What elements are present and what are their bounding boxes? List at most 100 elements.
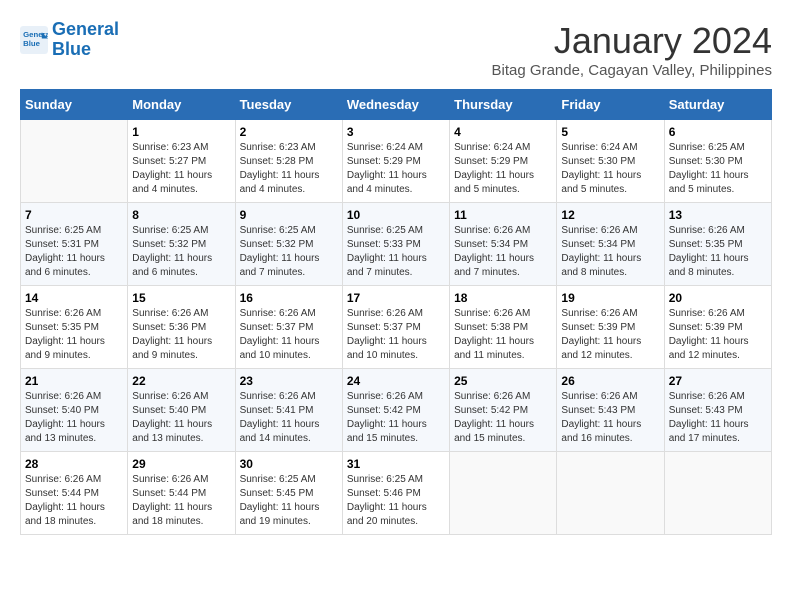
day-number: 30 <box>240 457 338 471</box>
header-row: SundayMondayTuesdayWednesdayThursdayFrid… <box>21 90 772 120</box>
day-info: Sunrise: 6:26 AM Sunset: 5:43 PM Dayligh… <box>561 390 659 446</box>
day-info: Sunrise: 6:25 AM Sunset: 5:46 PM Dayligh… <box>347 473 445 529</box>
day-cell: 18Sunrise: 6:26 AM Sunset: 5:38 PM Dayli… <box>450 286 557 369</box>
day-info: Sunrise: 6:25 AM Sunset: 5:31 PM Dayligh… <box>25 224 123 280</box>
day-info: Sunrise: 6:25 AM Sunset: 5:30 PM Dayligh… <box>669 141 767 197</box>
week-row-5: 28 Sunrise: 6:26 AM Sunset: 5:44 PM Dayli… <box>21 452 772 535</box>
day-info: Sunrise: 6:23 AM Sunset: 5:27 PM Dayligh… <box>132 141 230 197</box>
week-row-2: 7 Sunrise: 6:25 AM Sunset: 5:31 PM Daylig… <box>21 203 772 286</box>
day-number: 26 <box>561 374 659 388</box>
page-header: General Blue GeneralBlue January 2024 Bi… <box>20 20 772 79</box>
day-number: 16 <box>240 291 338 305</box>
day-info: Sunrise: 6:26 AM Sunset: 5:35 PM Dayligh… <box>25 307 123 363</box>
day-cell <box>557 452 664 535</box>
day-info: Sunrise: 6:25 AM Sunset: 5:45 PM Dayligh… <box>240 473 338 529</box>
day-cell: 2Sunrise: 6:23 AM Sunset: 5:28 PM Daylig… <box>235 120 342 203</box>
day-number: 15 <box>132 291 230 305</box>
day-info: Sunrise: 6:26 AM Sunset: 5:41 PM Dayligh… <box>240 390 338 446</box>
logo-text: GeneralBlue <box>52 20 119 60</box>
day-cell <box>450 452 557 535</box>
day-info: Sunrise: 6:26 AM Sunset: 5:37 PM Dayligh… <box>240 307 338 363</box>
day-number: 11 <box>454 208 552 222</box>
day-info: Sunrise: 6:26 AM Sunset: 5:39 PM Dayligh… <box>561 307 659 363</box>
day-number: 27 <box>669 374 767 388</box>
calendar-header: SundayMondayTuesdayWednesdayThursdayFrid… <box>21 90 772 120</box>
day-cell: 24 Sunrise: 6:26 AM Sunset: 5:42 PM Dayli… <box>342 369 449 452</box>
day-cell: 20 Sunrise: 6:26 AM Sunset: 5:39 PM Dayli… <box>664 286 771 369</box>
day-number: 5 <box>561 125 659 139</box>
day-cell: 17Sunrise: 6:26 AM Sunset: 5:37 PM Dayli… <box>342 286 449 369</box>
week-row-3: 14 Sunrise: 6:26 AM Sunset: 5:35 PM Dayli… <box>21 286 772 369</box>
day-number: 19 <box>561 291 659 305</box>
day-cell: 5Sunrise: 6:24 AM Sunset: 5:30 PM Daylig… <box>557 120 664 203</box>
day-cell: 13 Sunrise: 6:26 AM Sunset: 5:35 PM Dayli… <box>664 203 771 286</box>
calendar-table: SundayMondayTuesdayWednesdayThursdayFrid… <box>20 89 772 535</box>
day-cell <box>664 452 771 535</box>
day-cell: 10 Sunrise: 6:25 AM Sunset: 5:33 PM Dayli… <box>342 203 449 286</box>
day-number: 3 <box>347 125 445 139</box>
day-number: 13 <box>669 208 767 222</box>
day-cell: 27 Sunrise: 6:26 AM Sunset: 5:43 PM Dayli… <box>664 369 771 452</box>
day-number: 21 <box>25 374 123 388</box>
calendar-title: January 2024 <box>492 20 772 62</box>
logo-icon: General Blue <box>20 26 48 54</box>
day-number: 29 <box>132 457 230 471</box>
day-cell: 14 Sunrise: 6:26 AM Sunset: 5:35 PM Dayli… <box>21 286 128 369</box>
day-cell: 3 Sunrise: 6:24 AM Sunset: 5:29 PM Daylig… <box>342 120 449 203</box>
svg-text:Blue: Blue <box>23 39 41 48</box>
day-number: 14 <box>25 291 123 305</box>
header-cell-wednesday: Wednesday <box>342 90 449 120</box>
day-number: 6 <box>669 125 767 139</box>
header-cell-monday: Monday <box>128 90 235 120</box>
day-number: 10 <box>347 208 445 222</box>
day-cell: 26 Sunrise: 6:26 AM Sunset: 5:43 PM Dayli… <box>557 369 664 452</box>
day-cell: 8 Sunrise: 6:25 AM Sunset: 5:32 PM Daylig… <box>128 203 235 286</box>
day-cell: 11 Sunrise: 6:26 AM Sunset: 5:34 PM Dayli… <box>450 203 557 286</box>
day-info: Sunrise: 6:26 AM Sunset: 5:37 PM Dayligh… <box>347 307 445 363</box>
week-row-4: 21 Sunrise: 6:26 AM Sunset: 5:40 PM Dayli… <box>21 369 772 452</box>
header-cell-thursday: Thursday <box>450 90 557 120</box>
day-number: 31 <box>347 457 445 471</box>
title-block: January 2024 Bitag Grande, Cagayan Valle… <box>492 20 772 79</box>
day-info: Sunrise: 6:25 AM Sunset: 5:32 PM Dayligh… <box>132 224 230 280</box>
day-cell: 6 Sunrise: 6:25 AM Sunset: 5:30 PM Daylig… <box>664 120 771 203</box>
day-cell: 7 Sunrise: 6:25 AM Sunset: 5:31 PM Daylig… <box>21 203 128 286</box>
day-cell: 9Sunrise: 6:25 AM Sunset: 5:32 PM Daylig… <box>235 203 342 286</box>
day-cell: 30 Sunrise: 6:25 AM Sunset: 5:45 PM Dayli… <box>235 452 342 535</box>
header-cell-saturday: Saturday <box>664 90 771 120</box>
day-cell: 16 Sunrise: 6:26 AM Sunset: 5:37 PM Dayli… <box>235 286 342 369</box>
day-cell: 19 Sunrise: 6:26 AM Sunset: 5:39 PM Dayli… <box>557 286 664 369</box>
day-info: Sunrise: 6:26 AM Sunset: 5:35 PM Dayligh… <box>669 224 767 280</box>
day-info: Sunrise: 6:26 AM Sunset: 5:44 PM Dayligh… <box>132 473 230 529</box>
day-info: Sunrise: 6:26 AM Sunset: 5:42 PM Dayligh… <box>347 390 445 446</box>
day-number: 7 <box>25 208 123 222</box>
day-info: Sunrise: 6:26 AM Sunset: 5:39 PM Dayligh… <box>669 307 767 363</box>
day-number: 28 <box>25 457 123 471</box>
day-cell: 25 Sunrise: 6:26 AM Sunset: 5:42 PM Dayli… <box>450 369 557 452</box>
day-cell <box>21 120 128 203</box>
day-number: 8 <box>132 208 230 222</box>
day-info: Sunrise: 6:26 AM Sunset: 5:42 PM Dayligh… <box>454 390 552 446</box>
day-number: 1 <box>132 125 230 139</box>
header-cell-tuesday: Tuesday <box>235 90 342 120</box>
day-info: Sunrise: 6:26 AM Sunset: 5:44 PM Dayligh… <box>25 473 123 529</box>
day-cell: 31 Sunrise: 6:25 AM Sunset: 5:46 PM Dayli… <box>342 452 449 535</box>
day-number: 20 <box>669 291 767 305</box>
day-cell: 22Sunrise: 6:26 AM Sunset: 5:40 PM Dayli… <box>128 369 235 452</box>
day-info: Sunrise: 6:25 AM Sunset: 5:33 PM Dayligh… <box>347 224 445 280</box>
logo: General Blue GeneralBlue <box>20 20 119 60</box>
day-cell: 21 Sunrise: 6:26 AM Sunset: 5:40 PM Dayli… <box>21 369 128 452</box>
day-number: 24 <box>347 374 445 388</box>
day-info: Sunrise: 6:26 AM Sunset: 5:43 PM Dayligh… <box>669 390 767 446</box>
day-cell: 12 Sunrise: 6:26 AM Sunset: 5:34 PM Dayli… <box>557 203 664 286</box>
day-number: 2 <box>240 125 338 139</box>
day-info: Sunrise: 6:26 AM Sunset: 5:36 PM Dayligh… <box>132 307 230 363</box>
day-number: 25 <box>454 374 552 388</box>
day-info: Sunrise: 6:26 AM Sunset: 5:34 PM Dayligh… <box>454 224 552 280</box>
day-cell: 15 Sunrise: 6:26 AM Sunset: 5:36 PM Dayli… <box>128 286 235 369</box>
day-number: 12 <box>561 208 659 222</box>
day-info: Sunrise: 6:24 AM Sunset: 5:29 PM Dayligh… <box>347 141 445 197</box>
day-info: Sunrise: 6:26 AM Sunset: 5:34 PM Dayligh… <box>561 224 659 280</box>
day-cell: 23Sunrise: 6:26 AM Sunset: 5:41 PM Dayli… <box>235 369 342 452</box>
day-info: Sunrise: 6:26 AM Sunset: 5:40 PM Dayligh… <box>25 390 123 446</box>
